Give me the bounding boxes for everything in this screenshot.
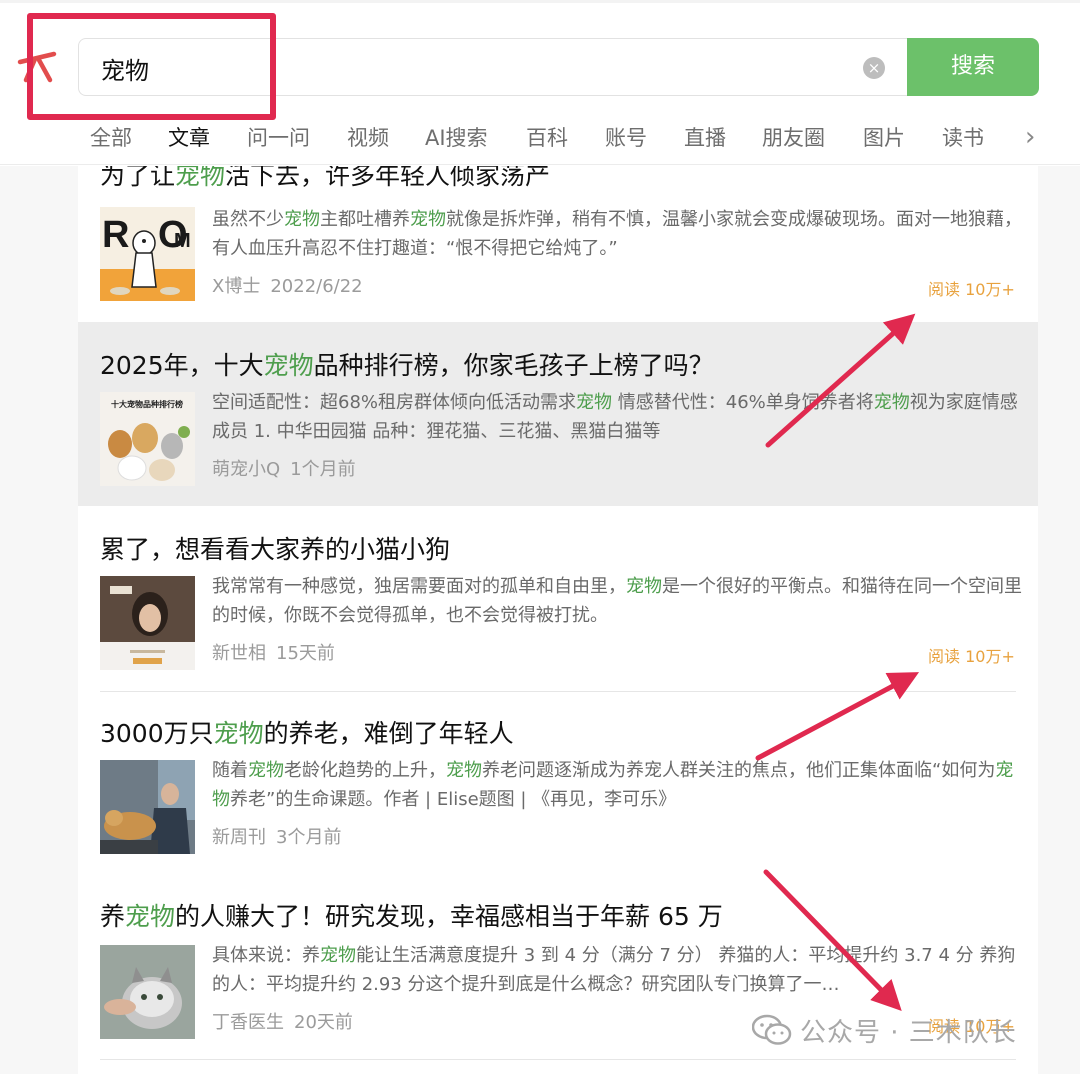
svg-text:R: R (102, 214, 129, 256)
result-date: 2022/6/22 (270, 276, 363, 297)
result-author[interactable]: 新周刊 (212, 827, 266, 848)
result-read-count: 阅读 10万+ (928, 647, 1015, 666)
tab-articles[interactable]: 文章 (168, 122, 210, 152)
annotation-highlight-box (27, 13, 276, 120)
result-title[interactable]: 3000万只宠物的养老，难倒了年轻人 (100, 714, 514, 750)
tab-accounts[interactable]: 账号 (605, 122, 647, 152)
result-title[interactable]: 累了，想看看大家养的小猫小狗 (100, 530, 450, 566)
result-thumbnail[interactable]: 十大宠物品种排行榜 (100, 392, 195, 486)
result-snippet: 随着宠物老龄化趋势的上升，宠物养老问题逐渐成为养宠人群关注的焦点，他们正集体面临… (212, 760, 1014, 810)
thumbnail-caption: 十大宠物品种排行榜 (111, 399, 183, 409)
result-author[interactable]: 丁香医生 (212, 1012, 284, 1033)
svg-text:M: M (174, 230, 191, 252)
tab-live[interactable]: 直播 (684, 122, 726, 152)
result-date: 3个月前 (276, 827, 342, 848)
search-button[interactable]: 搜索 (907, 38, 1039, 96)
result-title[interactable]: 2025年，十大宠物品种排行榜，你家毛孩子上榜了吗？ (100, 346, 714, 382)
category-tabs: 全部 文章 问一问 视频 AI搜索 百科 账号 直播 朋友圈 图片 读书 › (90, 122, 1080, 156)
tab-ask[interactable]: 问一问 (247, 122, 310, 152)
comic-thumbnail-image: R O M (100, 207, 195, 301)
result-meta: 新世相 15天前 (212, 639, 335, 665)
tab-moments[interactable]: 朋友圈 (762, 122, 825, 152)
result-date: 15天前 (276, 643, 335, 664)
result-meta: 丁香医生 20天前 (212, 1008, 353, 1034)
result-item[interactable]: 2025年，十大宠物品种排行榜，你家毛孩子上榜了吗？ 十大宠物品种排行榜 空间适… (78, 322, 1038, 506)
result-author[interactable]: X博士 (212, 276, 260, 297)
search-header: × 搜索 全部 文章 问一问 视频 AI搜索 百科 账号 直播 朋友圈 图片 读… (0, 0, 1080, 165)
result-meta: X博士 2022/6/22 (212, 272, 363, 298)
result-thumbnail[interactable] (100, 760, 195, 854)
tab-encyclopedia[interactable]: 百科 (526, 122, 568, 152)
result-snippet: 虽然不少宠物主都吐槽养宠物就像是拆炸弹，稍有不慎，温馨小家就会变成爆破现场。面对… (212, 209, 1022, 259)
result-date: 1个月前 (290, 459, 356, 480)
result-meta: 新周刊 3个月前 (212, 823, 341, 849)
wechat-icon (752, 1014, 792, 1045)
result-read-count: 阅读 10万+ (928, 280, 1015, 299)
result-item[interactable]: 累了，想看看大家养的小猫小狗 我常常有一种感觉，独居需要面对的孤单和自由里，宠物… (78, 506, 1038, 692)
result-title[interactable]: 为了让宠物活下去，许多年轻人倾家荡产 (100, 166, 550, 192)
tab-videos[interactable]: 视频 (347, 122, 389, 152)
result-snippet: 空间适配性：超68%租房群体倾向低活动需求宠物 情感替代性：46%单身饲养者将宠… (212, 392, 1018, 442)
result-meta: 萌宠小Q 1个月前 (212, 455, 356, 481)
result-item[interactable]: 为了让宠物活下去，许多年轻人倾家荡产 R O M 虽然不少宠物主都吐槽养宠物就像… (78, 166, 1038, 311)
vet-dog-thumbnail-image (100, 760, 195, 854)
result-divider (100, 1059, 1016, 1060)
top-border (0, 0, 1080, 3)
result-thumbnail[interactable] (100, 945, 195, 1039)
result-thumbnail[interactable] (100, 576, 195, 670)
watermark: 公众号 · 三木队长 (752, 1010, 1017, 1050)
result-title[interactable]: 养宠物的人赚大了！研究发现，幸福感相当于年薪 65 万 (100, 897, 723, 933)
magazine-portrait-thumbnail-image (100, 576, 195, 670)
result-item[interactable]: 3000万只宠物的养老，难倒了年轻人 随着宠物老龄化趋势的上升，宠物养老问题逐渐… (78, 692, 1038, 872)
tab-images[interactable]: 图片 (863, 122, 905, 152)
tab-books[interactable]: 读书 (942, 122, 984, 152)
result-snippet: 具体来说：养宠物能让生活满意度提升 3 到 4 分（满分 7 分） 养猫的人：平… (212, 945, 1016, 995)
tab-all[interactable]: 全部 (90, 122, 132, 152)
clear-icon[interactable]: × (863, 57, 885, 79)
result-author[interactable]: 新世相 (212, 643, 266, 664)
result-date: 20天前 (294, 1012, 353, 1033)
cat-thumbnail-image (100, 945, 195, 1039)
tabs-more-chevron-icon[interactable]: › (1025, 122, 1035, 152)
result-snippet: 我常常有一种感觉，独居需要面对的孤单和自由里，宠物是一个很好的平衡点。和猫待在同… (212, 576, 1022, 626)
tab-ai-search[interactable]: AI搜索 (425, 122, 488, 152)
watermark-text: 公众号 · 三木队长 (800, 1017, 1017, 1048)
result-author[interactable]: 萌宠小Q (212, 459, 280, 480)
result-thumbnail[interactable]: R O M (100, 207, 195, 301)
pets-ranking-thumbnail-image: 十大宠物品种排行榜 (100, 392, 195, 486)
results-list: 为了让宠物活下去，许多年轻人倾家荡产 R O M 虽然不少宠物主都吐槽养宠物就像… (78, 166, 1038, 1074)
